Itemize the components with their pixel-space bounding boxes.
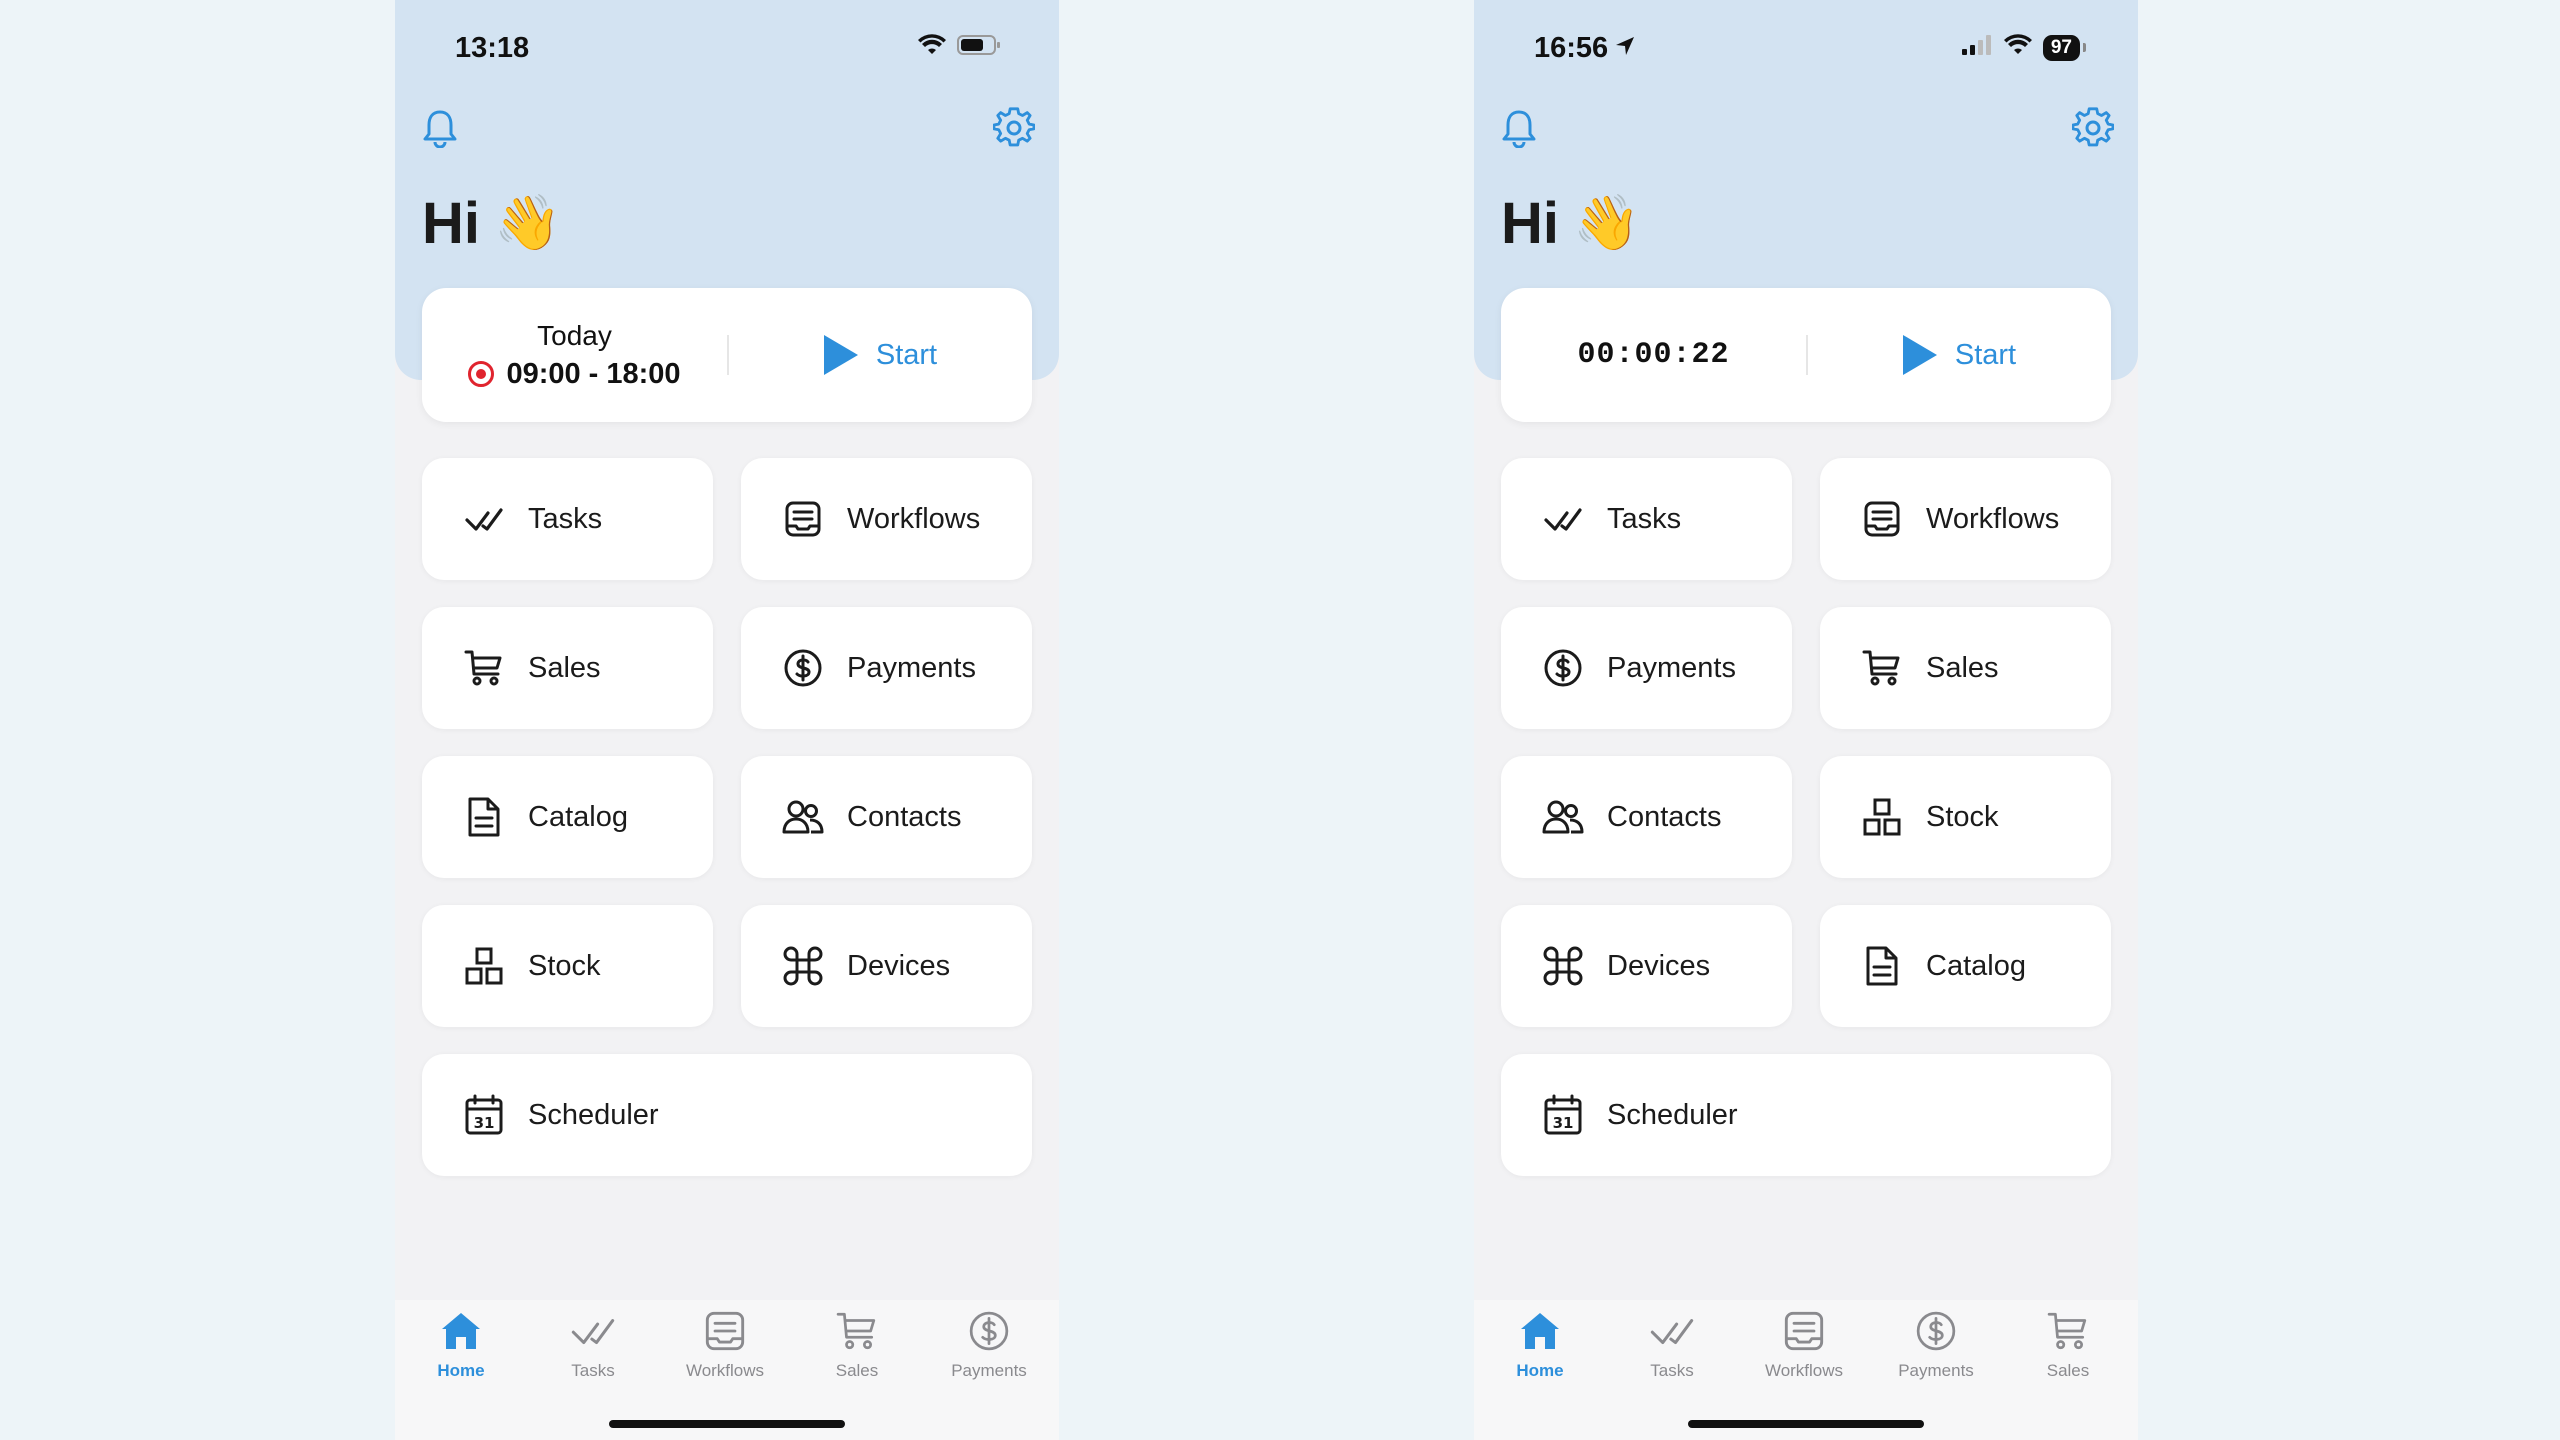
battery-icon bbox=[957, 34, 1001, 61]
status-bar: 16:56 97 bbox=[1474, 0, 2138, 100]
greeting-heading: Hi 👋 bbox=[1501, 191, 1641, 256]
tile-catalog[interactable]: Catalog bbox=[1820, 905, 2111, 1027]
status-bar: 13:18 bbox=[395, 0, 1059, 100]
command-icon bbox=[1541, 944, 1585, 988]
stock-icon bbox=[462, 944, 506, 988]
start-button[interactable]: Start bbox=[1808, 288, 2111, 422]
tab-workflows[interactable]: Workflows bbox=[659, 1310, 791, 1400]
gear-icon[interactable] bbox=[2068, 103, 2118, 153]
tab-bar: Home Tasks Workflows Payments Sales bbox=[1474, 1300, 2138, 1440]
tile-sales[interactable]: Sales bbox=[422, 607, 713, 729]
workflows-icon bbox=[1860, 497, 1904, 541]
svg-text:31: 31 bbox=[474, 1114, 495, 1132]
stock-icon bbox=[1860, 795, 1904, 839]
calendar-icon: 31 bbox=[462, 1093, 506, 1137]
cellular-signal-icon bbox=[1961, 34, 1993, 61]
location-arrow-icon bbox=[1614, 32, 1636, 65]
wifi-icon bbox=[917, 34, 947, 61]
cart-icon bbox=[1860, 646, 1904, 690]
shift-label: Today bbox=[537, 319, 612, 351]
check-icon bbox=[571, 1310, 615, 1357]
tile-tasks[interactable]: Tasks bbox=[422, 458, 713, 580]
status-time: 16:56 bbox=[1534, 32, 1636, 65]
tab-sales[interactable]: Sales bbox=[2002, 1310, 2134, 1400]
tile-devices[interactable]: Devices bbox=[741, 905, 1032, 1027]
greeting-heading: Hi 👋 bbox=[422, 191, 562, 256]
status-time: 13:18 bbox=[455, 32, 530, 64]
tile-scheduler[interactable]: 31 Scheduler bbox=[1501, 1054, 2111, 1176]
shift-card: Today 09:00 - 18:00 Start bbox=[422, 288, 1032, 422]
wifi-icon bbox=[2003, 34, 2033, 61]
tab-bar: Home Tasks Workflows Sales Payments bbox=[395, 1300, 1059, 1440]
shift-hours: 09:00 - 18:00 bbox=[506, 357, 681, 390]
check-icon bbox=[462, 497, 506, 541]
command-icon bbox=[781, 944, 825, 988]
home-indicator bbox=[1688, 1420, 1924, 1428]
workflows-icon bbox=[1782, 1310, 1826, 1357]
waving-hand-emoji: 👋 bbox=[1573, 193, 1641, 253]
dollar-icon bbox=[1541, 646, 1585, 690]
cart-icon bbox=[2046, 1310, 2090, 1357]
battery-icon: 97 bbox=[2042, 34, 2087, 61]
tab-tasks[interactable]: Tasks bbox=[527, 1310, 659, 1400]
workflows-icon bbox=[781, 497, 825, 541]
tile-stock[interactable]: Stock bbox=[1820, 756, 2111, 878]
check-icon bbox=[1541, 497, 1585, 541]
timer-display: 00:00:22 bbox=[1501, 288, 1806, 422]
calendar-icon: 31 bbox=[1541, 1093, 1585, 1137]
home-indicator bbox=[609, 1420, 845, 1428]
tab-home[interactable]: Home bbox=[1474, 1310, 1606, 1400]
check-icon bbox=[1650, 1310, 1694, 1357]
tab-payments[interactable]: Payments bbox=[1870, 1310, 2002, 1400]
home-icon bbox=[439, 1310, 483, 1357]
tile-sales[interactable]: Sales bbox=[1820, 607, 2111, 729]
tile-contacts[interactable]: Contacts bbox=[741, 756, 1032, 878]
contacts-icon bbox=[1541, 795, 1585, 839]
cart-icon bbox=[462, 646, 506, 690]
tile-payments[interactable]: Payments bbox=[1501, 607, 1792, 729]
gear-icon[interactable] bbox=[989, 103, 1039, 153]
tile-workflows[interactable]: Workflows bbox=[741, 458, 1032, 580]
dollar-icon bbox=[1914, 1310, 1958, 1357]
phone-screen-right: 16:56 97 Hi 👋 00:00:22 Start Tasks Workf… bbox=[1474, 0, 2138, 1440]
tile-stock[interactable]: Stock bbox=[422, 905, 713, 1027]
tile-devices[interactable]: Devices bbox=[1501, 905, 1792, 1027]
tab-sales[interactable]: Sales bbox=[791, 1310, 923, 1400]
phone-screen-left: 13:18 Hi 👋 Today 09:00 - 18:00 Start Tas… bbox=[395, 0, 1059, 1440]
tab-home[interactable]: Home bbox=[395, 1310, 527, 1400]
dollar-icon bbox=[781, 646, 825, 690]
workflows-icon bbox=[703, 1310, 747, 1357]
target-icon bbox=[468, 361, 495, 387]
tile-tasks[interactable]: Tasks bbox=[1501, 458, 1792, 580]
tile-payments[interactable]: Payments bbox=[741, 607, 1032, 729]
shift-card: 00:00:22 Start bbox=[1501, 288, 2111, 422]
play-icon bbox=[823, 335, 858, 375]
play-icon bbox=[1902, 335, 1937, 375]
tab-workflows[interactable]: Workflows bbox=[1738, 1310, 1870, 1400]
tile-contacts[interactable]: Contacts bbox=[1501, 756, 1792, 878]
contacts-icon bbox=[781, 795, 825, 839]
document-icon bbox=[462, 795, 506, 839]
cart-icon bbox=[835, 1310, 879, 1357]
dollar-icon bbox=[967, 1310, 1011, 1357]
tab-tasks[interactable]: Tasks bbox=[1606, 1310, 1738, 1400]
svg-text:31: 31 bbox=[1553, 1114, 1574, 1132]
tile-workflows[interactable]: Workflows bbox=[1820, 458, 2111, 580]
shift-info: Today 09:00 - 18:00 bbox=[422, 288, 727, 422]
tab-payments[interactable]: Payments bbox=[923, 1310, 1055, 1400]
tile-scheduler[interactable]: 31 Scheduler bbox=[422, 1054, 1032, 1176]
document-icon bbox=[1860, 944, 1904, 988]
waving-hand-emoji: 👋 bbox=[494, 193, 562, 253]
home-icon bbox=[1518, 1310, 1562, 1357]
start-button[interactable]: Start bbox=[729, 288, 1032, 422]
bell-icon[interactable] bbox=[415, 103, 465, 153]
tile-catalog[interactable]: Catalog bbox=[422, 756, 713, 878]
elapsed-timer: 00:00:22 bbox=[1577, 338, 1730, 372]
bell-icon[interactable] bbox=[1494, 103, 1544, 153]
